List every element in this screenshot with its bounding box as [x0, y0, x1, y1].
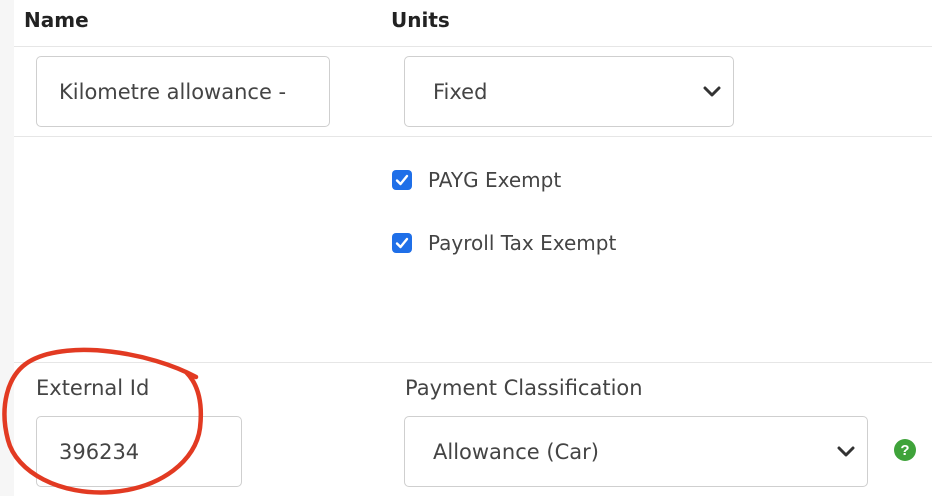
payment-classification-select[interactable]: Allowance (Car): [404, 416, 868, 487]
units-select[interactable]: Fixed: [404, 56, 734, 127]
units-select-value: Fixed: [433, 79, 488, 104]
left-gutter: [0, 0, 14, 496]
header-divider: [14, 46, 932, 47]
name-column-header: Name: [24, 8, 89, 32]
external-id-label: External Id: [36, 376, 150, 400]
name-input[interactable]: Kilometre allowance -: [36, 56, 330, 127]
checkmark-icon: [395, 174, 409, 186]
help-icon[interactable]: ?: [894, 439, 916, 461]
chevron-down-icon: [703, 86, 721, 96]
checkmark-icon: [395, 237, 409, 249]
payment-classification-value: Allowance (Car): [433, 439, 599, 464]
name-input-value: Kilometre allowance -: [59, 79, 287, 104]
row-divider: [14, 136, 932, 137]
external-id-value: 396234: [59, 439, 140, 464]
units-column-header: Units: [391, 8, 450, 32]
payroll-tax-exempt-label: Payroll Tax Exempt: [428, 231, 617, 255]
payg-exempt-label: PAYG Exempt: [428, 168, 562, 192]
payment-classification-label: Payment Classification: [405, 376, 643, 400]
chevron-down-icon: [837, 446, 855, 456]
payroll-tax-exempt-row[interactable]: Payroll Tax Exempt: [392, 231, 616, 255]
payroll-tax-exempt-checkbox[interactable]: [392, 233, 412, 253]
section-divider: [14, 362, 932, 363]
payg-exempt-row[interactable]: PAYG Exempt: [392, 168, 561, 192]
external-id-input[interactable]: 396234: [36, 416, 242, 487]
payg-exempt-checkbox[interactable]: [392, 170, 412, 190]
